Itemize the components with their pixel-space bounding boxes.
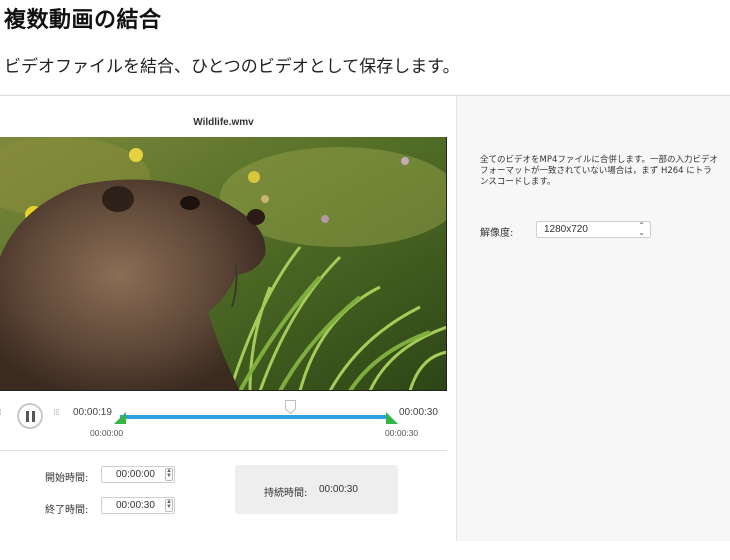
playback-controls: ⁞⁞ ⁞⁞⁞ 00:00:19 00:00:00 00:00:30 00:00:… [0, 398, 447, 448]
stepper-arrows-icon[interactable]: ▲ ▼ [165, 499, 173, 512]
stepper-arrows-icon[interactable]: ▲ ▼ [165, 468, 173, 481]
chevron-updown-icon: ⌃ ⌄ [638, 221, 645, 237]
merge-panel: Wildlife.wmv ⁞⁞⁞ 00:00:19 00:00:00 00:00… [0, 95, 730, 560]
playhead-marker-icon[interactable] [285, 400, 296, 414]
trim-end-time: 00:00:30 [385, 428, 419, 438]
page-title: 複数動画の結合 [4, 8, 162, 33]
trim-start-handle[interactable] [114, 412, 126, 424]
preview-pane: Wildlife.wmv ⁞⁞⁞ 00:00:19 00:00:00 00:00… [0, 96, 456, 541]
duration-label: 持続時間: [264, 488, 308, 499]
duration-value: 00:00:30 [319, 484, 358, 495]
divider [0, 450, 447, 451]
start-time-label: 開始時間: [45, 473, 89, 484]
pause-button[interactable] [17, 403, 43, 429]
drag-grip-icon[interactable]: ⁞⁞ [0, 408, 2, 418]
trim-end-handle[interactable] [386, 412, 398, 424]
video-frame-image [0, 137, 446, 390]
end-time-label: 終了時間: [45, 505, 89, 516]
end-time: 00:00:30 [399, 407, 438, 418]
drag-grip-icon[interactable]: ⁞⁞⁞ [53, 408, 60, 418]
page-subtitle: ビデオファイルを結合、ひとつのビデオとして保存します。 [4, 57, 460, 77]
start-time-stepper[interactable]: 00:00:00 ▲ ▼ [101, 466, 175, 483]
settings-pane: 全てのビデオをMP4ファイルに合併します。一部の入力ビデオフォーマットが一致され… [456, 96, 730, 541]
merge-description: 全てのビデオをMP4ファイルに合併します。一部の入力ビデオフォーマットが一致され… [480, 155, 719, 187]
duration-display: 持続時間: 00:00:30 [235, 465, 398, 514]
video-filename: Wildlife.wmv [193, 117, 254, 128]
timeline-track[interactable] [120, 415, 388, 419]
trim-start-time: 00:00:00 [90, 428, 124, 438]
resolution-label: 解像度: [480, 228, 514, 239]
current-time: 00:00:19 [73, 407, 112, 418]
resolution-select[interactable]: 1280x720 ⌃ ⌄ [536, 221, 651, 238]
pause-icon [25, 410, 29, 422]
video-preview[interactable] [0, 137, 447, 391]
bottom-strip [0, 541, 730, 560]
end-time-stepper[interactable]: 00:00:30 ▲ ▼ [101, 497, 175, 514]
